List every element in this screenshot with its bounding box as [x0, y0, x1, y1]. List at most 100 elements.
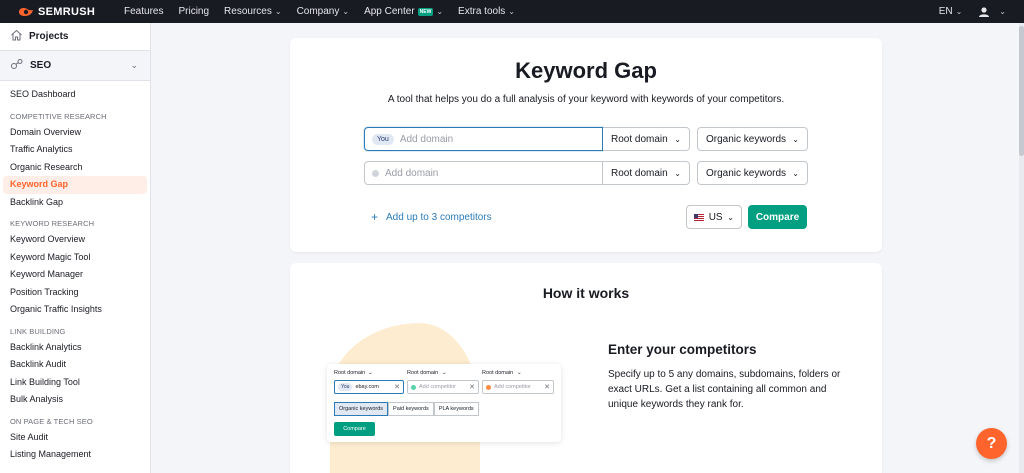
us-flag-icon	[694, 213, 704, 221]
user-menu[interactable]: ⌄	[978, 6, 1006, 18]
country-select[interactable]: US ⌄	[686, 205, 742, 229]
sidebar: Projects SEO ⌄ SEO Dashboard COMPETITIVE…	[0, 23, 151, 473]
sidebar-projects[interactable]: Projects	[0, 23, 150, 51]
chevron-down-icon: ⌄	[508, 7, 515, 16]
sidebar-item-organic-traffic-insights[interactable]: Organic Traffic Insights	[0, 301, 150, 319]
sidebar-item-backlink-gap[interactable]: Backlink Gap	[0, 194, 150, 212]
main-nav: Features Pricing Resources ⌄ Company ⌄ App…	[124, 6, 530, 17]
illustration-tabs: Organic keywords Paid keywords PLA keywo…	[334, 402, 479, 416]
semrush-logo[interactable]: SEMRUSH	[18, 6, 116, 18]
nav-app-center[interactable]: App Center NEW ⌄	[364, 6, 443, 17]
chevron-down-icon: ⌄	[436, 7, 444, 16]
nav-label: Resources	[224, 6, 272, 17]
competitor-domain-input[interactable]: Add domain	[364, 161, 603, 185]
sidebar-item-bulk-analysis[interactable]: Bulk Analysis	[0, 391, 150, 409]
help-button[interactable]: ?	[976, 428, 1007, 459]
plus-icon: +	[371, 210, 379, 224]
sidebar-item-position-tracking[interactable]: Position Tracking	[0, 284, 150, 302]
illustration-compare-button: Compare	[334, 422, 375, 436]
page-scrollbar[interactable]	[1019, 23, 1024, 473]
you-pill: You	[372, 133, 394, 145]
compare-button[interactable]: Compare	[748, 205, 807, 229]
nav-label: Extra tools	[458, 6, 506, 17]
illustration-form: Root domain ⌄ Root domain ⌄ Root domain …	[327, 364, 561, 442]
language-selector[interactable]: EN ⌄	[939, 6, 963, 17]
step-title: Enter your competitors	[608, 342, 757, 357]
sidebar-section-title: LINK BUILDING	[10, 326, 66, 336]
chevron-down-icon: ⌄	[727, 212, 734, 222]
top-right-controls: EN ⌄ ⌄	[939, 0, 1006, 23]
chevron-down-icon: ⌄	[368, 370, 373, 376]
add-competitors-label: Add up to 3 competitors	[386, 211, 492, 223]
sidebar-projects-label: Projects	[29, 31, 69, 42]
chevron-down-icon: ⌄	[342, 7, 350, 16]
illustration-label: Root domain	[407, 370, 439, 376]
chevron-down-icon: ⌄	[130, 60, 138, 70]
sidebar-seo-label: SEO	[30, 60, 52, 71]
nav-pricing[interactable]: Pricing	[178, 6, 209, 17]
illustration-label: Root domain	[334, 370, 366, 376]
your-domain-input[interactable]: You Add domain	[364, 127, 603, 151]
sidebar-section-title: KEYWORD RESEARCH	[10, 219, 95, 228]
sidebar-item-domain-overview[interactable]: Domain Overview	[0, 124, 150, 142]
keyword-type-select[interactable]: Organic keywords ⌄	[697, 127, 808, 151]
close-icon: ✕	[394, 384, 400, 391]
user-icon	[978, 6, 996, 18]
top-navigation-bar: SEMRUSH Features Pricing Resources ⌄ Comp…	[0, 0, 1024, 23]
chevron-down-icon: ⌄	[674, 134, 681, 144]
nav-resources[interactable]: Resources ⌄	[224, 6, 282, 17]
sidebar-item-keyword-manager[interactable]: Keyword Manager	[0, 266, 150, 284]
home-icon	[10, 29, 23, 44]
add-competitors-link[interactable]: + Add up to 3 competitors	[371, 210, 492, 224]
sidebar-section-title: ON PAGE & TECH SEO	[10, 416, 93, 426]
sidebar-item-backlink-audit[interactable]: Backlink Audit	[0, 356, 150, 374]
sidebar-item-link-building-tool[interactable]: Link Building Tool	[0, 374, 150, 392]
nav-company[interactable]: Company ⌄	[297, 6, 350, 17]
domain-placeholder: Add domain	[399, 133, 454, 145]
scrollbar-thumb[interactable]	[1019, 26, 1024, 156]
new-badge: NEW	[417, 7, 434, 16]
domain-placeholder: Add domain	[385, 167, 439, 179]
seo-toolkit-icon	[10, 58, 24, 73]
illustration-domain: ebay.com	[355, 384, 379, 390]
sidebar-section-title: COMPETITIVE RESEARCH	[10, 111, 107, 121]
step-description: Specify up to 5 any domains, subdomains,…	[608, 369, 841, 410]
sidebar-item-keyword-gap[interactable]: Keyword Gap	[3, 176, 147, 194]
sidebar-item-organic-research[interactable]: Organic Research	[0, 159, 150, 177]
sidebar-seo-toggle[interactable]: SEO ⌄	[0, 51, 150, 81]
nav-label: Pricing	[178, 6, 210, 17]
illustration-tab: Organic keywords	[334, 402, 389, 416]
section-title: How it works	[542, 285, 630, 301]
sidebar-item-keyword-magic-tool[interactable]: Keyword Magic Tool	[0, 249, 150, 267]
sidebar-item-listing-management[interactable]: Listing Management	[0, 446, 150, 464]
root-domain-select[interactable]: Root domain ⌄	[603, 161, 690, 185]
sidebar-item-seo-dashboard[interactable]: SEO Dashboard	[0, 86, 150, 104]
keyword-type-select[interactable]: Organic keywords ⌄	[697, 161, 808, 185]
country-code: US	[708, 211, 723, 223]
semrush-flame-icon	[18, 7, 34, 17]
sidebar-item-backlink-analytics[interactable]: Backlink Analytics	[0, 339, 150, 357]
how-it-works-card: How it works Root domain ⌄ Root domain ⌄…	[290, 263, 882, 473]
nav-label: App Center	[364, 6, 415, 17]
chevron-down-icon: ⌄	[792, 134, 799, 144]
nav-features[interactable]: Features	[124, 6, 163, 17]
green-dot-icon	[411, 384, 416, 390]
chevron-down-icon: ⌄	[517, 370, 522, 376]
illustration-you-field: You ebay.com ✕	[334, 380, 404, 394]
select-value: Root domain	[611, 133, 668, 145]
chevron-down-icon: ⌄	[999, 7, 1006, 16]
chevron-down-icon: ⌄	[955, 7, 963, 16]
sidebar-item-site-audit[interactable]: Site Audit	[0, 429, 150, 447]
nav-extra-tools[interactable]: Extra tools ⌄	[458, 6, 515, 17]
sidebar-item-traffic-analytics[interactable]: Traffic Analytics	[0, 141, 150, 159]
select-value: Organic keywords	[706, 167, 787, 179]
chevron-down-icon: ⌄	[274, 7, 282, 16]
illustration-placeholder: Add competitor	[419, 384, 456, 390]
sidebar-item-keyword-overview[interactable]: Keyword Overview	[0, 231, 150, 249]
nav-label: Company	[296, 6, 340, 17]
domain-row-competitor: Add domain Root domain ⌄ Organic keyword…	[364, 161, 808, 185]
select-value: Root domain	[611, 167, 668, 179]
root-domain-select[interactable]: Root domain ⌄	[603, 127, 690, 151]
illustration-competitor-field: Add competitor ✕	[482, 380, 554, 394]
page-title: Keyword Gap	[515, 58, 657, 83]
